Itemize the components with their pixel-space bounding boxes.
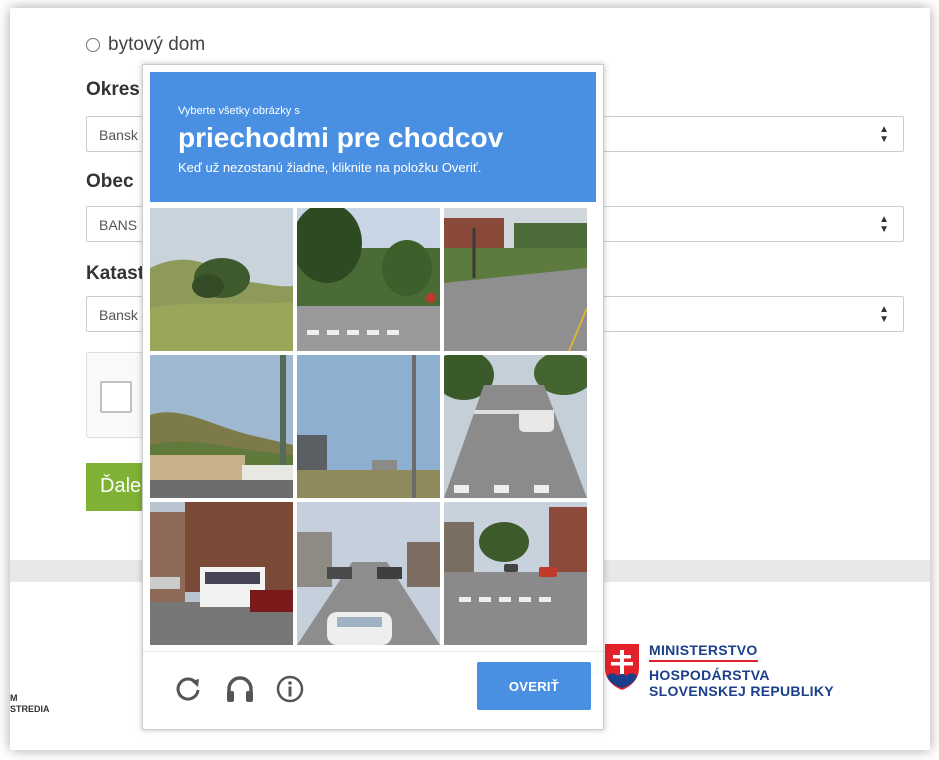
select-caret-icon: ▲ ▼: [879, 124, 889, 145]
tile-city-bus[interactable]: [150, 502, 293, 645]
captcha-image-grid: [150, 208, 596, 645]
obec-select-value: BANS: [99, 217, 138, 233]
radio-option-bytovy-dom[interactable]: bytový dom: [86, 34, 205, 56]
tile-hill-building-pole[interactable]: [150, 355, 293, 498]
tile-street-fence[interactable]: [444, 208, 587, 351]
radio-label: bytový dom: [108, 34, 206, 55]
captcha-target: priechodmi pre chodcov: [178, 122, 504, 153]
captcha-header: Vyberte všetky obrázky s priechodmi pre …: [150, 72, 596, 202]
radio-button[interactable]: [86, 38, 100, 52]
tile-sky-streetlight[interactable]: [297, 355, 440, 498]
okres-select-value: Bansk: [99, 127, 138, 143]
info-icon[interactable]: [275, 674, 305, 704]
select-caret-icon: ▲ ▼: [879, 304, 889, 325]
okres-label: Okres: [86, 79, 140, 100]
katastr-select-value: Bansk: [99, 307, 138, 323]
tile-street-white-car[interactable]: [297, 502, 440, 645]
partner-logo-line2: STREDIA: [10, 704, 50, 714]
ministry-logo: MINISTERSTVO HOSPODÁRSTVA SLOVENSKEJ REP…: [603, 642, 834, 699]
katastr-label: Katast: [86, 263, 145, 284]
reload-icon[interactable]: [173, 674, 203, 704]
next-button-label: Ďale: [100, 475, 142, 497]
tile-intersection-trees[interactable]: [297, 208, 440, 351]
captcha-challenge-dialog: Vyberte všetky obrázky s priechodmi pre …: [142, 64, 604, 730]
tile-street-crosswalk-car[interactable]: [444, 355, 587, 498]
tile-intersection-crosswalk[interactable]: [444, 502, 587, 645]
tile-hillside-tree[interactable]: [150, 208, 293, 351]
recaptcha-checkbox[interactable]: [100, 381, 132, 413]
slovak-coat-of-arms-icon: [603, 642, 641, 692]
partner-logo: M STREDIA: [10, 693, 50, 715]
captcha-footer: OVERIŤ: [143, 651, 603, 730]
page-frame: bytový dom Okres Bansk ▲ ▼ Obec BANS ▲ ▼ K…: [10, 8, 930, 750]
headphones-icon[interactable]: [225, 674, 255, 704]
ministry-name-line1: MINISTERSTVO: [649, 642, 758, 662]
verify-button[interactable]: OVERIŤ: [477, 662, 591, 710]
captcha-instruction: Vyberte všetky obrázky s: [178, 105, 300, 117]
ministry-name-line3: SLOVENSKEJ REPUBLIKY: [649, 683, 834, 699]
partner-logo-line1: M: [10, 693, 18, 703]
select-caret-icon: ▲ ▼: [879, 214, 889, 235]
captcha-hint: Keď už nezostanú žiadne, kliknite na pol…: [178, 160, 482, 175]
obec-label: Obec: [86, 171, 134, 192]
ministry-name-line2: HOSPODÁRSTVA: [649, 667, 770, 683]
